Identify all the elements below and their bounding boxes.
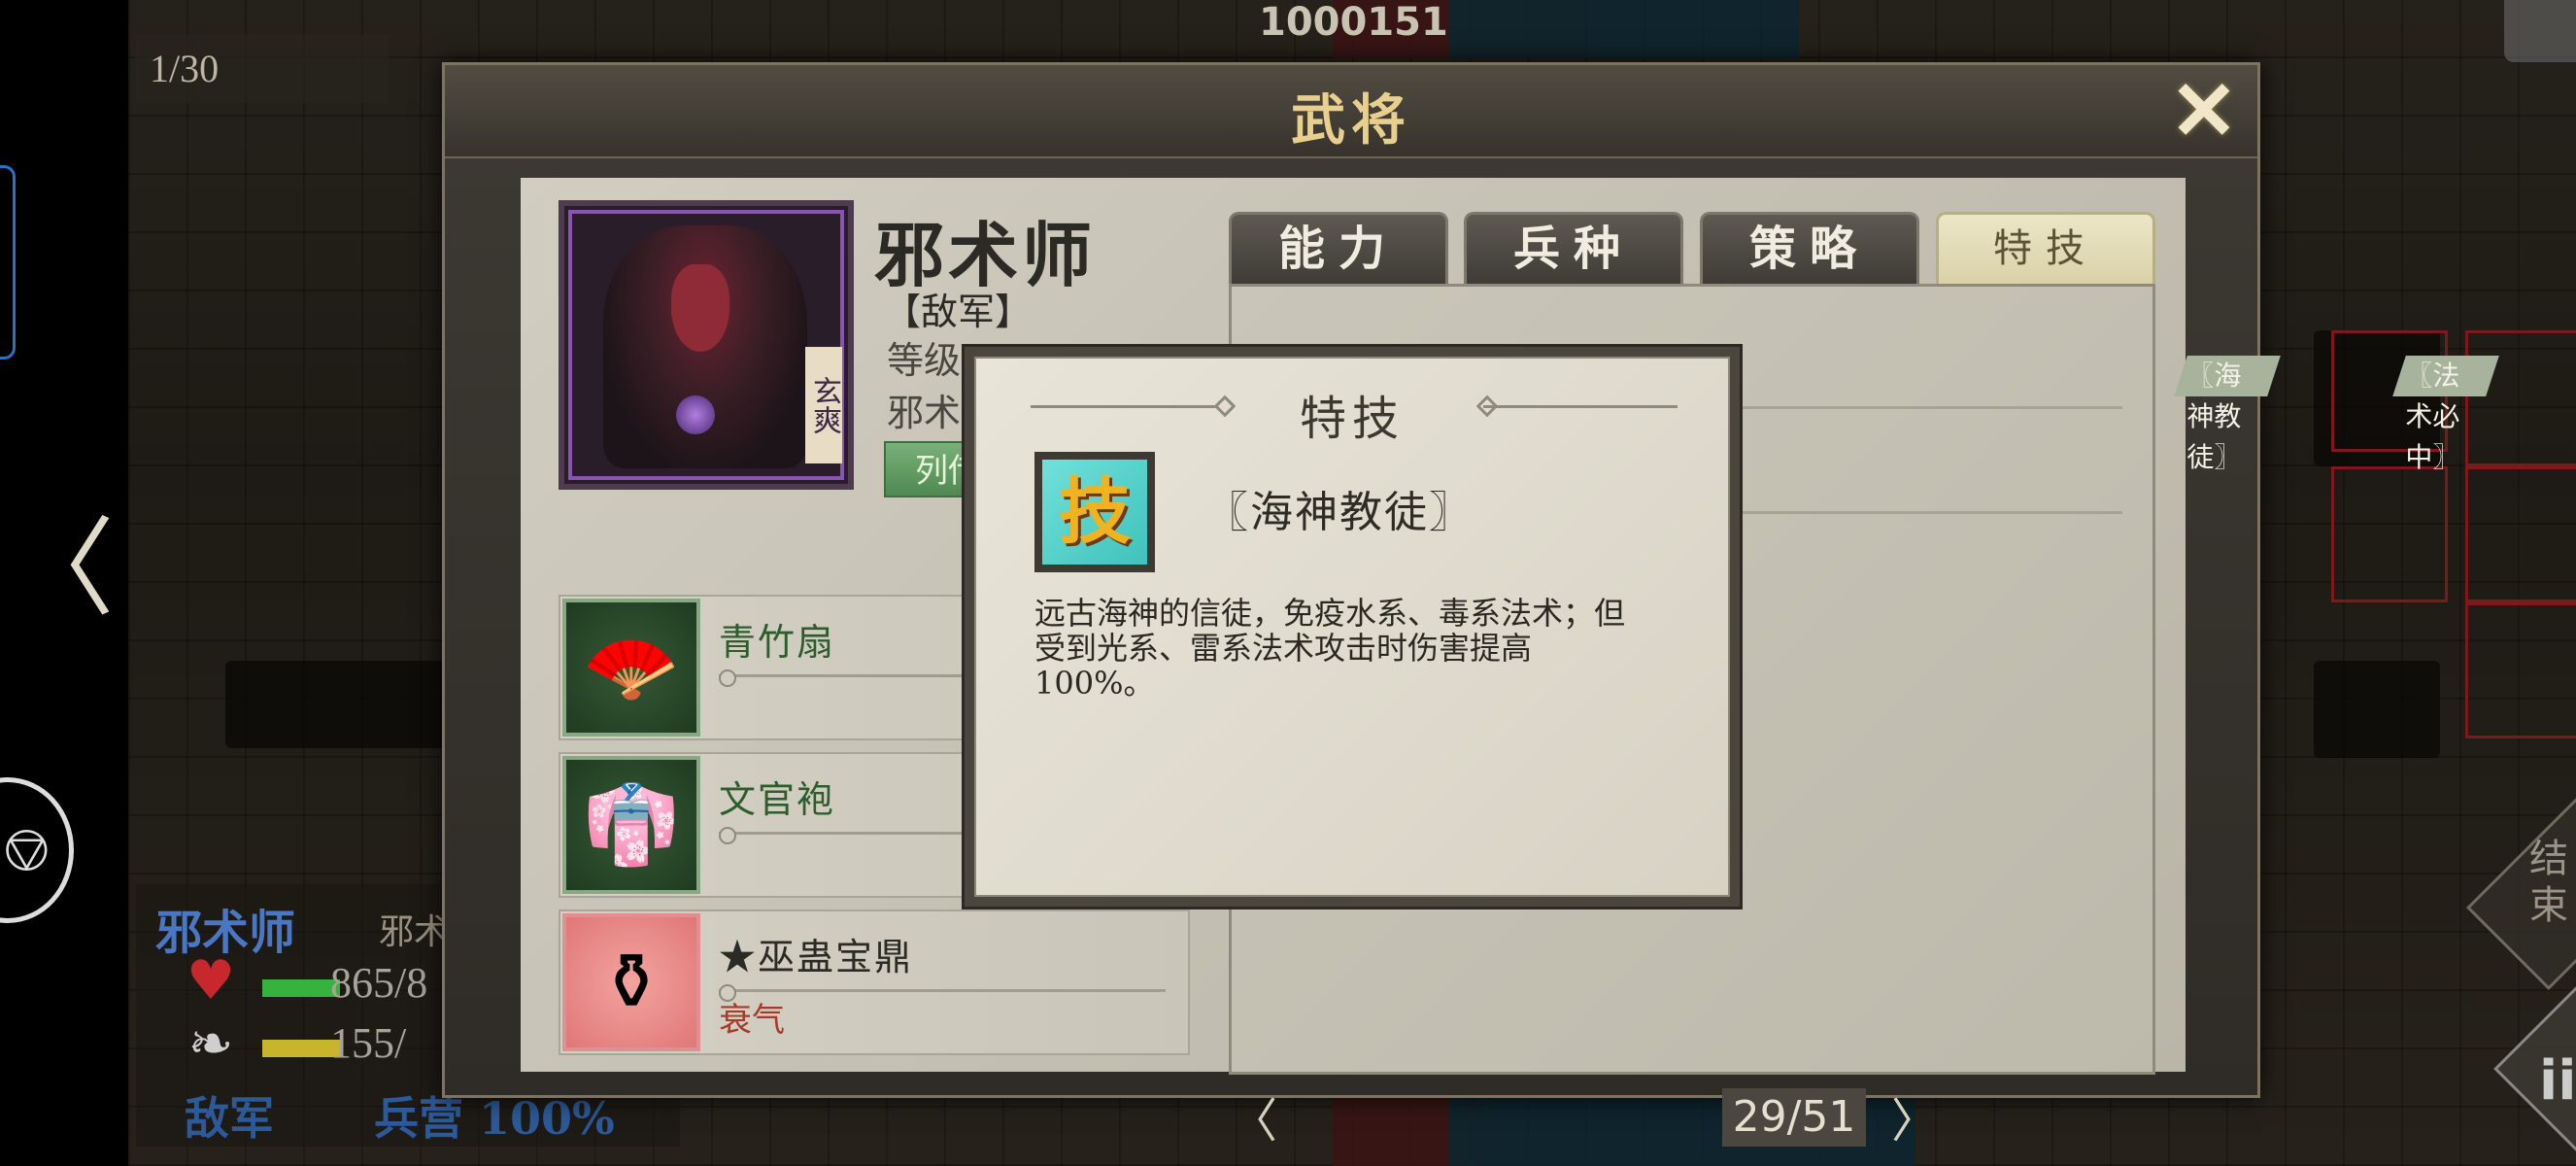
hero-level-label: 等级 (887, 339, 962, 382)
equipment-name: 文官袍 (719, 778, 836, 821)
feather-icon: ❧ (187, 1012, 234, 1076)
corner-menu-button[interactable] (2504, 0, 2576, 62)
skill-chip-label: 〖法术必中〗 (2405, 360, 2460, 473)
mp-value: 155/ (330, 1019, 407, 1067)
end-turn-label: 结束 (2529, 837, 2568, 928)
tab-troop[interactable]: 兵种 (1464, 212, 1683, 284)
info-icon: ii (2539, 1049, 2576, 1113)
menu-icon: ⎊ (1, 814, 51, 886)
tab-ability[interactable]: 能力 (1229, 212, 1448, 284)
equipment-name: ★巫蛊宝鼎 (719, 936, 914, 978)
equipment-name: 青竹扇 (719, 621, 836, 664)
fan-icon: 🪭 (562, 599, 700, 737)
popup-title: 特技 (1299, 392, 1405, 446)
equipment-exp-bar (719, 984, 1166, 1002)
unit-class: 邪术 (379, 912, 450, 952)
hp-value: 865/8 (330, 959, 428, 1007)
equipment-row[interactable]: ⚱ ★巫蛊宝鼎 衰气 (559, 909, 1190, 1055)
heart-icon: ♥ (186, 949, 236, 1012)
portrait-tag: 玄爽 (805, 347, 842, 463)
robe-icon: 👘 (562, 756, 700, 894)
pager-indicator: 29/51 (1722, 1088, 1866, 1147)
unit-id-readout: 1000151 (1259, 0, 1448, 45)
skill-detail-popup[interactable]: 特技 技 〖海神教徒〗 远古海神的信徒，免疫水系、毒系法术；但受到光系、雷系法术… (962, 344, 1743, 909)
skill-name: 〖海神教徒〗 (1205, 488, 1474, 537)
popup-body: 特技 技 〖海神教徒〗 远古海神的信徒，免疫水系、毒系法术；但受到光系、雷系法术… (974, 357, 1730, 897)
pager-prev-button[interactable]: 〈 (1231, 1082, 1277, 1150)
hero-class-label: 邪术 (887, 392, 962, 434)
prev-hero-button[interactable]: 〈 (8, 515, 115, 622)
panel-divider (1734, 511, 2122, 514)
unit-faction: 敌军 (185, 1092, 274, 1145)
mp-bar (262, 1040, 340, 1057)
portrait-orb (676, 395, 715, 434)
pager-next-button[interactable]: 〉 (1891, 1082, 1938, 1150)
skill-chip[interactable]: 〖法术必中〗 (2392, 356, 2499, 473)
tab-skill[interactable]: 特技 (1936, 212, 2155, 284)
skill-icon: 技 (1034, 452, 1155, 572)
tab-strategy[interactable]: 策略 (1700, 212, 1919, 284)
portrait-mask (671, 264, 729, 352)
skill-icon-face: 技 (1042, 460, 1147, 565)
hero-portrait[interactable]: 玄爽 (559, 200, 854, 490)
equipment-effect: 衰气 (719, 1001, 785, 1040)
skill-chip[interactable]: 〖海神教徒〗 (2174, 356, 2281, 473)
turn-counter: 1/30 (136, 35, 389, 103)
hp-bar (262, 979, 340, 997)
game-screen: 1/30 1000151 ⎊ 邪术师 邪术 ♥ 865/8 ❧ 155/ 敌军 … (0, 0, 2576, 1166)
title-ornament-line (1483, 405, 1678, 408)
hero-faction: 【敌军】 (884, 291, 1033, 333)
skill-description: 远古海神的信徒，免疫水系、毒系法术；但受到光系、雷系法术攻击时伤害提高100%。 (1034, 595, 1626, 702)
panel-divider (1734, 406, 2122, 409)
skill-chip-label: 〖海神教徒〗 (2186, 360, 2242, 473)
cauldron-icon: ⚱ (562, 913, 700, 1051)
side-menu-tab[interactable] (0, 165, 16, 360)
